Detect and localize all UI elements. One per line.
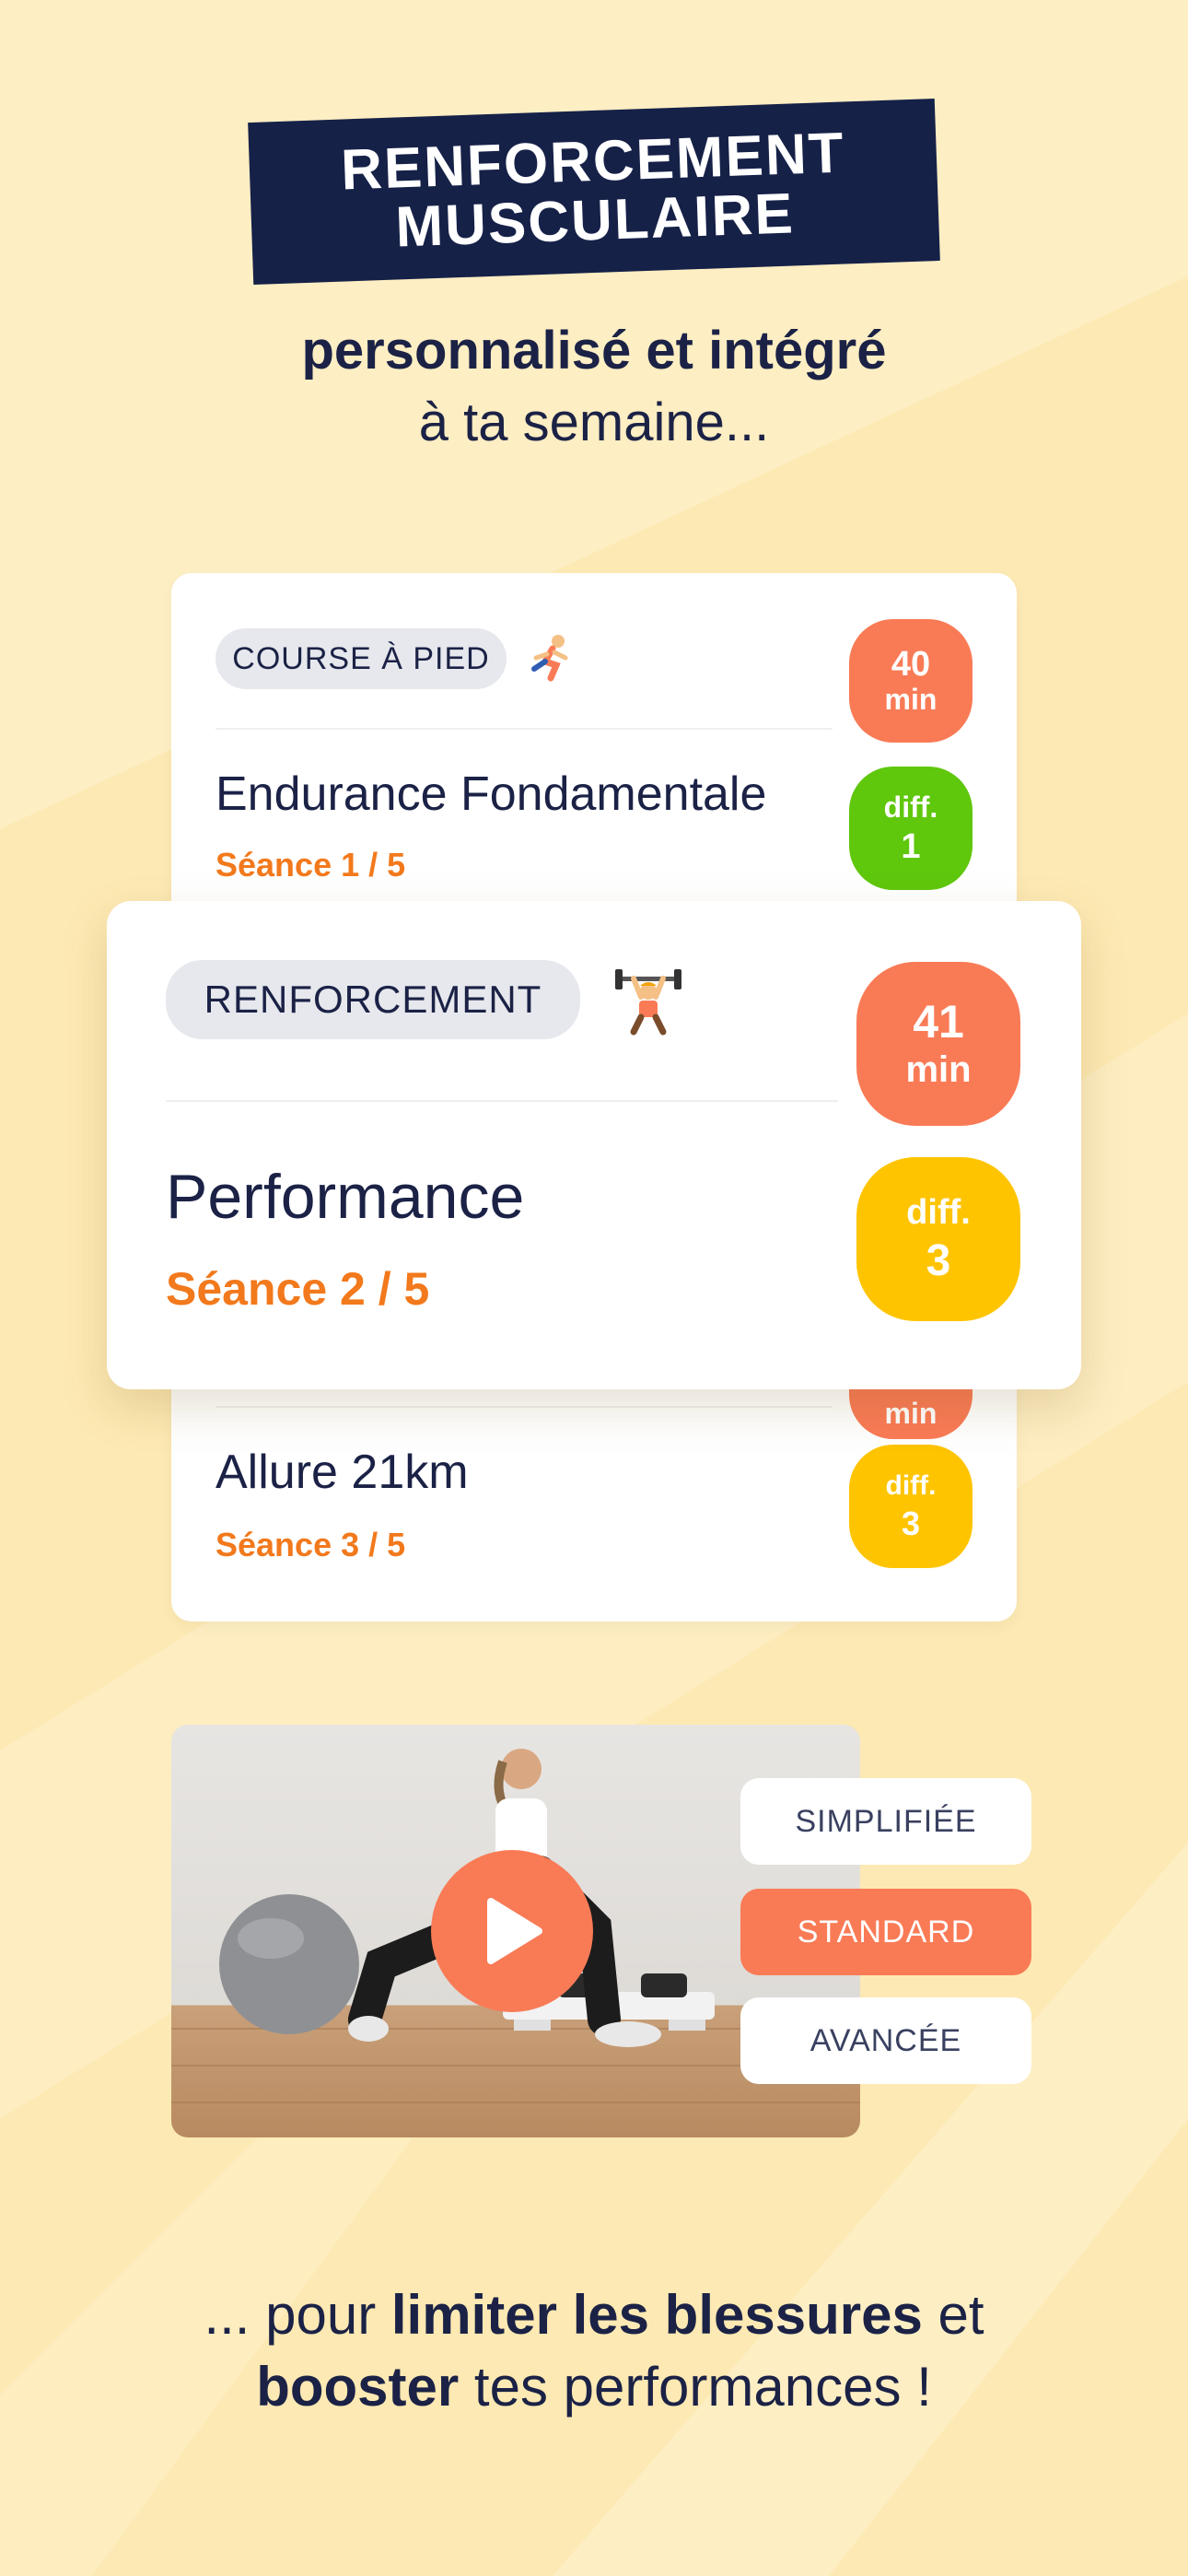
play-button[interactable] <box>431 1850 593 2012</box>
session-title: Allure 21km <box>215 1446 469 1499</box>
difficulty-label: diff. <box>883 790 938 824</box>
tag-running: COURSE À PIED <box>215 628 507 689</box>
session-card-highlighted[interactable]: RENFORCEMENT 41 min Performance Séance 2… <box>107 901 1081 1389</box>
level-simplified-button[interactable]: SIMPLIFIÉE <box>740 1778 1031 1865</box>
difficulty-badge: diff. 3 <box>856 1157 1020 1321</box>
session-title: Endurance Fondamentale <box>215 767 767 821</box>
title-line-2: MUSCULAIRE <box>394 181 796 260</box>
difficulty-value: 1 <box>901 827 921 866</box>
duration-value: 41 <box>913 996 964 1048</box>
tag-strength: RENFORCEMENT <box>166 960 580 1039</box>
duration-badge: 40 min <box>849 619 973 743</box>
weightlifter-icon <box>615 969 681 1036</box>
difficulty-badge: diff. 1 <box>849 767 973 890</box>
tagline-bold: booster <box>256 2356 460 2418</box>
tagline: ... pour limiter les blessures et booste… <box>0 2279 1188 2423</box>
duration-badge: 41 min <box>856 962 1020 1126</box>
difficulty-value: 3 <box>926 1236 951 1285</box>
session-number: Séance 1 / 5 <box>215 846 406 884</box>
level-standard-button[interactable]: STANDARD <box>740 1889 1031 1975</box>
difficulty-label: diff. <box>885 1470 937 1501</box>
subtitle-line-1: personnalisé et intégré <box>301 321 887 381</box>
session-number: Séance 2 / 5 <box>166 1263 430 1315</box>
tag-running-label: COURSE À PIED <box>232 640 490 676</box>
duration-unit: min <box>884 1397 938 1430</box>
level-advanced-button[interactable]: AVANCÉE <box>740 1997 1031 2084</box>
tagline-line-2: booster tes performances ! <box>0 2351 1188 2423</box>
difficulty-badge: diff. 3 <box>849 1445 973 1568</box>
runner-icon <box>531 635 568 682</box>
duration-unit: min <box>884 683 938 716</box>
divider <box>215 1406 833 1408</box>
duration-value: 40 <box>891 645 931 684</box>
session-title: Performance <box>166 1162 525 1232</box>
title-banner: RENFORCEMENT MUSCULAIRE <box>248 99 940 285</box>
tagline-text: tes performances ! <box>459 2356 932 2418</box>
divider <box>166 1100 838 1102</box>
tag-strength-label: RENFORCEMENT <box>204 978 542 1021</box>
session-number: Séance 3 / 5 <box>215 1526 406 1563</box>
tagline-text: ... pour <box>204 2284 391 2346</box>
tagline-text: et <box>922 2284 984 2346</box>
subtitle-line-2: à ta semaine... <box>418 392 770 452</box>
duration-unit: min <box>905 1049 972 1090</box>
divider <box>215 728 833 730</box>
difficulty-label: diff. <box>906 1193 971 1232</box>
tagline-line-1: ... pour limiter les blessures et <box>0 2279 1188 2351</box>
subtitle: personnalisé et intégré à ta semaine... <box>0 315 1188 459</box>
tagline-bold: limiter les blessures <box>390 2284 923 2346</box>
difficulty-value: 3 <box>901 1505 921 1542</box>
play-icon <box>487 1898 542 1964</box>
